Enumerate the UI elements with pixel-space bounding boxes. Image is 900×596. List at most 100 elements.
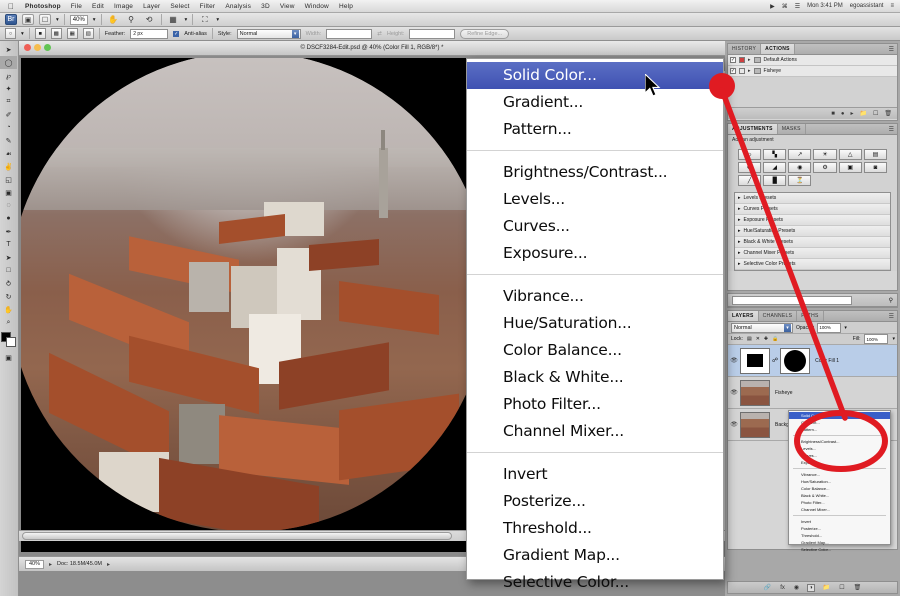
tab-masks[interactable]: MASKS bbox=[778, 124, 806, 134]
mask-icon[interactable]: ◉ bbox=[794, 584, 799, 591]
lock-position-icon[interactable]: ✚ bbox=[764, 336, 768, 342]
tool-eyedropper[interactable]: ✐ bbox=[0, 108, 17, 121]
swap-dimensions-icon[interactable]: ⇄ bbox=[377, 31, 382, 37]
tab-actions[interactable]: ACTIONS bbox=[761, 44, 795, 54]
list-item[interactable]: ▸ Curves Presets bbox=[735, 204, 890, 215]
menubar-item-3d[interactable]: 3D bbox=[256, 3, 275, 10]
minimize-window-icon[interactable] bbox=[34, 44, 41, 51]
status-arrow-icon[interactable]: ▸ bbox=[49, 561, 52, 568]
status-menu-arrow-icon[interactable]: ▸ bbox=[107, 561, 110, 568]
rotate-view-tool-icon[interactable]: ⟲ bbox=[143, 14, 156, 25]
menu-item-invert[interactable]: Invert bbox=[467, 461, 723, 488]
tool-spot-healing[interactable]: ◔ bbox=[0, 121, 17, 134]
mini-bridge-icon[interactable]: ▣ bbox=[22, 14, 34, 25]
layer-thumbnail[interactable] bbox=[740, 412, 770, 438]
photo-filter-icon[interactable]: ◉ bbox=[788, 162, 811, 173]
arrange-documents-icon[interactable]: ▦ bbox=[167, 14, 180, 25]
action-dialog-toggle-icon[interactable] bbox=[739, 57, 745, 63]
screen-mode-icon[interactable]: ⛶ bbox=[198, 14, 211, 25]
tool-magic-wand[interactable]: ✦ bbox=[0, 82, 17, 95]
disclosure-triangle-icon[interactable]: ▸ bbox=[738, 206, 741, 212]
mini-menu-item-hue-saturation[interactable]: Hue/Saturation... bbox=[789, 478, 890, 485]
mini-menu-item-curves[interactable]: Curves... bbox=[789, 452, 890, 459]
menu-item-gradient[interactable]: Gradient... bbox=[467, 89, 723, 116]
menubar-item-view[interactable]: View bbox=[275, 3, 300, 10]
menu-item-hue-saturation[interactable]: Hue/Saturation... bbox=[467, 310, 723, 337]
mini-menu-item-channel-mixer[interactable]: Channel Mixer... bbox=[789, 506, 890, 513]
status-list-icon[interactable]: ☰ bbox=[795, 3, 800, 10]
mini-menu-item-posterize[interactable]: Posterize... bbox=[789, 525, 890, 532]
channel-mixer-icon[interactable]: ⚙ bbox=[813, 162, 836, 173]
list-item[interactable]: ▸ Channel Mixer Presets bbox=[735, 248, 890, 259]
quick-mask-toggle-icon[interactable]: ▣ bbox=[0, 351, 17, 364]
action-enabled-checkbox[interactable]: ✓ bbox=[730, 68, 736, 74]
menubar-item-select[interactable]: Select bbox=[165, 3, 194, 10]
background-color-swatch[interactable] bbox=[6, 337, 16, 347]
add-to-selection-icon[interactable]: ▩ bbox=[51, 28, 62, 39]
tool-pen[interactable]: ✒ bbox=[0, 225, 17, 238]
mini-menu-item-gradient-map[interactable]: Gradient Map... bbox=[789, 539, 890, 546]
tab-history[interactable]: HISTORY bbox=[728, 44, 761, 54]
menu-item-photo-filter[interactable]: Photo Filter... bbox=[467, 391, 723, 418]
menubar-item-window[interactable]: Window bbox=[300, 3, 334, 10]
refine-edge-button[interactable]: Refine Edge... bbox=[460, 29, 509, 39]
menubar-item-filter[interactable]: Filter bbox=[195, 3, 221, 10]
tool-zoom[interactable]: ⌕ bbox=[0, 316, 17, 329]
list-item[interactable]: ✓ ▸ Fisheye bbox=[728, 66, 897, 77]
antialias-checkbox[interactable]: ✓ bbox=[173, 31, 179, 37]
view-extras-icon[interactable]: ☐ bbox=[39, 14, 51, 25]
mini-menu-item-levels[interactable]: Levels... bbox=[789, 445, 890, 452]
menubar-item-file[interactable]: File bbox=[66, 3, 87, 10]
link-mask-icon[interactable]: ☍ bbox=[772, 357, 778, 364]
disclosure-triangle-icon[interactable]: ▸ bbox=[738, 195, 741, 201]
list-item[interactable]: ▸ Selective Color Presets bbox=[735, 259, 890, 270]
gradient-map-icon[interactable]: █ bbox=[763, 175, 786, 186]
zoom-arrow-icon[interactable]: ▾ bbox=[93, 17, 96, 23]
menu-item-brightness-contrast[interactable]: Brightness/Contrast... bbox=[467, 159, 723, 186]
status-play-icon[interactable]: ▶ bbox=[770, 3, 775, 10]
tool-eraser[interactable]: ◱ bbox=[0, 173, 17, 186]
arrange-arrow-icon[interactable]: ▾ bbox=[185, 17, 188, 23]
layer-name[interactable]: Fisheye bbox=[775, 390, 793, 396]
menubar-item-edit[interactable]: Edit bbox=[87, 3, 109, 10]
height-input[interactable] bbox=[409, 29, 455, 39]
list-item[interactable]: ▸ Levels Presets bbox=[735, 193, 890, 204]
tool-history-brush[interactable]: ✌ bbox=[0, 160, 17, 173]
mini-menu-item-exposure[interactable]: Exposure... bbox=[789, 459, 890, 466]
play-icon[interactable]: ▸ bbox=[850, 110, 853, 117]
tab-adjustments[interactable]: ADJUSTMENTS bbox=[728, 124, 778, 134]
layer-thumbnail[interactable] bbox=[740, 380, 770, 406]
hue-saturation-icon[interactable]: ▤ bbox=[864, 149, 887, 160]
layer-mask-thumbnail[interactable] bbox=[780, 348, 810, 374]
list-item[interactable]: ▸ Hue/Saturation Presets bbox=[735, 226, 890, 237]
tool-move[interactable]: ➤ bbox=[0, 43, 17, 56]
selective-color-icon[interactable]: ⏳ bbox=[788, 175, 811, 186]
lock-all-icon[interactable]: 🔒 bbox=[772, 336, 778, 342]
panel-menu-icon[interactable]: ☰ bbox=[886, 44, 897, 54]
menu-item-selective-color[interactable]: Selective Color... bbox=[467, 569, 723, 596]
tool-3d-rotate[interactable]: ⥁ bbox=[0, 277, 17, 290]
tool-clone-stamp[interactable]: ☙ bbox=[0, 147, 17, 160]
table-row[interactable]: 👁 Fisheye bbox=[728, 377, 897, 409]
menubar-item-photoshop[interactable]: Photoshop bbox=[20, 3, 66, 10]
tab-paths[interactable]: PATHS bbox=[797, 311, 823, 321]
menu-item-exposure[interactable]: Exposure... bbox=[467, 240, 723, 267]
menu-item-vibrance[interactable]: Vibrance... bbox=[467, 283, 723, 310]
status-clock[interactable]: Mon 3:41 PM bbox=[807, 3, 843, 9]
tool-dodge[interactable]: ● bbox=[0, 212, 17, 225]
mini-menu-item-photo-filter[interactable]: Photo Filter... bbox=[789, 499, 890, 506]
mini-menu-item-gradient[interactable]: Gradient... bbox=[789, 419, 890, 426]
mini-menu-item-vibrance[interactable]: Vibrance... bbox=[789, 471, 890, 478]
vibrance-icon[interactable]: △ bbox=[839, 149, 862, 160]
disclosure-triangle-icon[interactable]: ▸ bbox=[748, 57, 751, 63]
new-adjustment-layer-icon[interactable]: ◑ bbox=[808, 585, 814, 591]
mini-menu-item-threshold[interactable]: Threshold... bbox=[789, 532, 890, 539]
fill-input[interactable]: 100% bbox=[864, 334, 888, 344]
tab-layers[interactable]: LAYERS bbox=[728, 311, 759, 321]
action-enabled-checkbox[interactable]: ✓ bbox=[730, 57, 736, 63]
intersect-selection-icon[interactable]: ▧ bbox=[83, 28, 94, 39]
levels-icon[interactable]: ▚ bbox=[763, 149, 786, 160]
new-selection-icon[interactable]: ■ bbox=[35, 28, 46, 39]
black-white-icon[interactable]: ◢ bbox=[763, 162, 786, 173]
list-item[interactable]: ✓ ▸ Default Actions bbox=[728, 55, 897, 66]
